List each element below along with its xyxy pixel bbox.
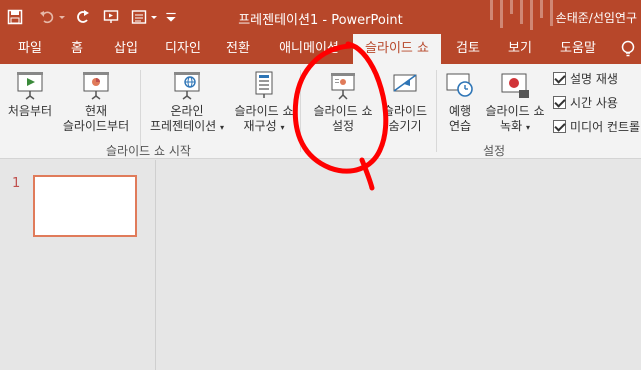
tell-me-button[interactable] — [615, 34, 641, 64]
ribbon: 처음부터 현재 슬라이드부터 온라인 프레젠테이션 ▾ 슬라이드 쇼 재구성 ▾… — [0, 64, 641, 159]
divider — [140, 70, 141, 152]
custom-slideshow-label-line2: 재구성 ▾ — [230, 119, 298, 135]
rehearse-timings-label-line2: 연습 — [448, 119, 472, 133]
divider — [300, 70, 301, 152]
tab-home[interactable]: 홈 — [60, 34, 94, 64]
slide-number: 1 — [12, 176, 21, 191]
title-bar: 프레젠테이션1 - PowerPoint 손태준/선임연구 — [0, 0, 641, 34]
tab-design[interactable]: 디자인 — [158, 34, 208, 64]
slide-thumbnail[interactable] — [33, 175, 137, 237]
from-beginning-button[interactable]: 처음부터 — [4, 70, 56, 119]
tab-review[interactable]: 검토 — [448, 34, 488, 64]
from-current-button[interactable]: 현재 슬라이드부터 — [58, 70, 134, 134]
online-present-label-text: 프레젠테이션 — [149, 119, 217, 133]
tab-animations[interactable]: 애니메이션 — [272, 34, 346, 64]
play-narrations-checkbox[interactable]: 설명 재생 — [553, 70, 618, 87]
hide-slide-button[interactable]: 슬라이드 숨기기 — [380, 70, 430, 134]
setup-slideshow-button[interactable]: 슬라이드 쇼 설정 — [306, 70, 380, 134]
chevron-down-icon: ▾ — [525, 123, 530, 132]
from-beginning-label: 처음부터 — [7, 104, 53, 118]
use-timings-label: 시간 사용 — [570, 96, 618, 110]
from-current-icon — [83, 72, 109, 100]
slide-editing-area[interactable] — [157, 160, 641, 370]
use-timings-checkbox[interactable]: 시간 사용 — [553, 94, 618, 111]
tab-view[interactable]: 보기 — [500, 34, 540, 64]
custom-slideshow-label-text: 재구성 — [243, 119, 277, 133]
from-current-label-line2: 슬라이드부터 — [62, 119, 130, 133]
from-current-label-line1: 현재 — [84, 104, 108, 118]
tab-insert[interactable]: 삽입 — [106, 34, 146, 64]
custom-slideshow-button[interactable]: 슬라이드 쇼 재구성 ▾ — [230, 70, 298, 135]
hide-slide-icon — [393, 74, 417, 92]
user-account[interactable]: 손태준/선임연구 — [556, 9, 637, 26]
tab-file[interactable]: 파일 — [10, 34, 50, 64]
rehearse-timings-button[interactable]: 예행 연습 — [440, 70, 480, 134]
window-title: 프레젠테이션1 - PowerPoint — [238, 13, 403, 28]
tab-slideshow[interactable]: 슬라이드 쇼 — [353, 34, 441, 64]
tab-help[interactable]: 도움말 — [552, 34, 604, 64]
record-slideshow-label-line1: 슬라이드 쇼 — [485, 104, 545, 118]
record-slideshow-button[interactable]: 슬라이드 쇼 녹화 ▾ — [482, 70, 548, 135]
rehearse-timings-label-line1: 예행 — [448, 104, 472, 118]
lightbulb-icon — [621, 40, 635, 57]
record-slideshow-icon — [501, 73, 529, 98]
show-media-controls-checkbox[interactable]: 미디어 컨트롤 — [553, 118, 640, 135]
chevron-down-icon: ▾ — [280, 123, 285, 132]
show-media-controls-label: 미디어 컨트롤 — [570, 120, 641, 134]
checkbox-checked-icon — [553, 120, 566, 133]
setup-group-label: 설정 — [483, 144, 506, 158]
online-present-icon — [174, 72, 200, 100]
online-present-label-line2: 프레젠테이션 ▾ — [145, 119, 229, 135]
record-slideshow-label-line2: 녹화 ▾ — [482, 119, 548, 135]
checkbox-checked-icon — [553, 96, 566, 109]
hide-slide-label-line2: 숨기기 — [388, 119, 422, 133]
setup-slideshow-icon — [331, 73, 355, 100]
online-present-label-line1: 온라인 — [170, 104, 204, 118]
record-slideshow-label-text: 녹화 — [500, 119, 523, 133]
setup-slideshow-label-line1: 슬라이드 쇼 — [313, 104, 373, 118]
start-group-label: 슬라이드 쇼 시작 — [106, 144, 191, 158]
custom-slideshow-label-line1: 슬라이드 쇼 — [234, 104, 294, 118]
custom-slideshow-icon — [255, 71, 273, 98]
tab-transitions[interactable]: 전환 — [218, 34, 258, 64]
hide-slide-label-line1: 슬라이드 — [382, 104, 428, 118]
rehearse-timings-icon — [446, 73, 473, 97]
online-present-button[interactable]: 온라인 프레젠테이션 ▾ — [145, 70, 229, 135]
ribbon-tabs: 파일 홈 삽입 디자인 전환 애니메이션 슬라이드 쇼 검토 보기 도움말 — [0, 34, 641, 64]
from-beginning-icon — [17, 72, 43, 100]
setup-slideshow-label-line2: 설정 — [331, 119, 355, 133]
play-narrations-label: 설명 재생 — [570, 72, 618, 86]
checkbox-checked-icon — [553, 72, 566, 85]
divider — [436, 70, 437, 152]
chevron-down-icon: ▾ — [220, 123, 225, 132]
